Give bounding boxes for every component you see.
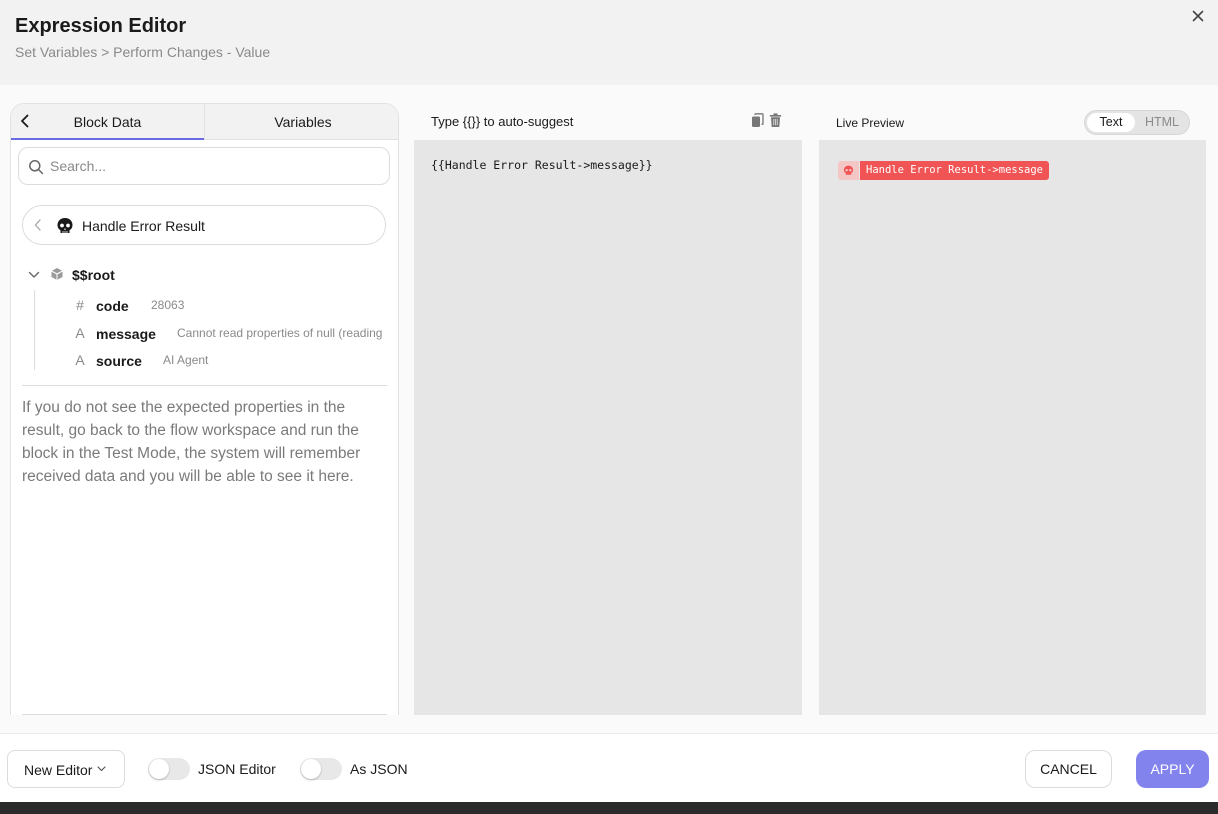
json-editor-label: JSON Editor <box>198 761 276 777</box>
tab-block-data[interactable]: Block Data <box>11 104 204 140</box>
modal-footer: New Editor JSON Editor As JSON CANCEL AP… <box>0 733 1218 802</box>
property-name: code <box>96 298 129 314</box>
tab-label: Block Data <box>73 114 142 130</box>
property-value: 28063 <box>151 298 185 312</box>
preview-mode-html[interactable]: HTML <box>1137 113 1187 132</box>
tree-property-message[interactable]: A message Cannot read properties of null… <box>73 325 393 345</box>
json-editor-toggle[interactable] <box>148 758 190 780</box>
help-text: If you do not see the expected propertie… <box>22 399 361 485</box>
token-label: Handle Error Result->message <box>860 161 1050 180</box>
tree-property-source[interactable]: A source AI Agent <box>73 352 393 372</box>
preview-mode-text[interactable]: Text <box>1087 113 1135 132</box>
data-explorer-panel: Block Data Variables Search... Handle Er… <box>10 103 399 715</box>
chevron-down-icon <box>97 766 106 772</box>
cancel-button[interactable]: CANCEL <box>1025 750 1112 788</box>
tree-guide-line <box>34 290 35 370</box>
chevron-down-icon[interactable] <box>28 270 40 280</box>
as-json-toggle[interactable] <box>300 758 342 780</box>
expression-editor-modal: Expression Editor Set Variables > Perfor… <box>0 0 1218 802</box>
skull-icon <box>843 165 854 175</box>
token-icon-area <box>838 161 859 180</box>
selected-block: Handle Error Result <box>22 205 386 245</box>
preview-heading: Live Preview <box>836 116 905 130</box>
toggle-knob <box>301 759 321 779</box>
copy-icon[interactable] <box>751 113 764 128</box>
section-divider <box>22 385 387 386</box>
tab-label: Variables <box>274 114 332 130</box>
text-type-icon: A <box>75 352 85 368</box>
panel-tabs: Block Data Variables <box>11 104 398 140</box>
property-name: source <box>96 353 142 369</box>
editor-mode-dropdown[interactable]: New Editor <box>7 750 125 788</box>
property-value: AI Agent <box>163 353 209 367</box>
tab-variables[interactable]: Variables <box>204 104 398 140</box>
tree-root-node[interactable]: $$root <box>26 266 386 286</box>
expression-input[interactable]: {{Handle Error Result->message}} <box>414 140 802 715</box>
toggle-knob <box>149 759 169 779</box>
property-name: message <box>96 326 156 342</box>
editor-heading: Type {{}} to auto-suggest <box>431 114 574 129</box>
page-title: Expression Editor <box>15 15 187 37</box>
tree-root-label: $$root <box>72 267 115 283</box>
live-preview-area: Handle Error Result->message <box>819 140 1206 715</box>
text-type-icon: A <box>75 325 85 341</box>
apply-button[interactable]: APPLY <box>1136 750 1209 788</box>
modal-header: Expression Editor Set Variables > Perfor… <box>0 0 1218 85</box>
chevron-left-icon[interactable] <box>33 219 43 231</box>
editor-body: Block Data Variables Search... Handle Er… <box>0 85 1218 733</box>
as-json-label: As JSON <box>350 761 408 777</box>
close-icon[interactable] <box>1190 8 1206 24</box>
cube-icon <box>51 268 63 280</box>
tree-property-code[interactable]: # code 28063 <box>73 297 393 317</box>
expression-text: {{Handle Error Result->message}} <box>431 158 653 172</box>
property-value: Cannot read properties of null (reading <box>177 326 383 340</box>
breadcrumb: Set Variables > Perform Changes - Value <box>15 44 271 60</box>
block-name: Handle Error Result <box>82 218 205 234</box>
number-type-icon: # <box>76 297 84 313</box>
dropdown-label: New Editor <box>24 762 93 778</box>
skull-icon <box>57 218 73 233</box>
search-icon <box>29 160 44 175</box>
panel-bottom-border <box>22 714 387 715</box>
search-input[interactable] <box>50 156 380 176</box>
trash-icon[interactable] <box>769 113 782 128</box>
preview-mode-toggle: Text HTML <box>1084 110 1190 135</box>
search-box <box>18 147 390 185</box>
